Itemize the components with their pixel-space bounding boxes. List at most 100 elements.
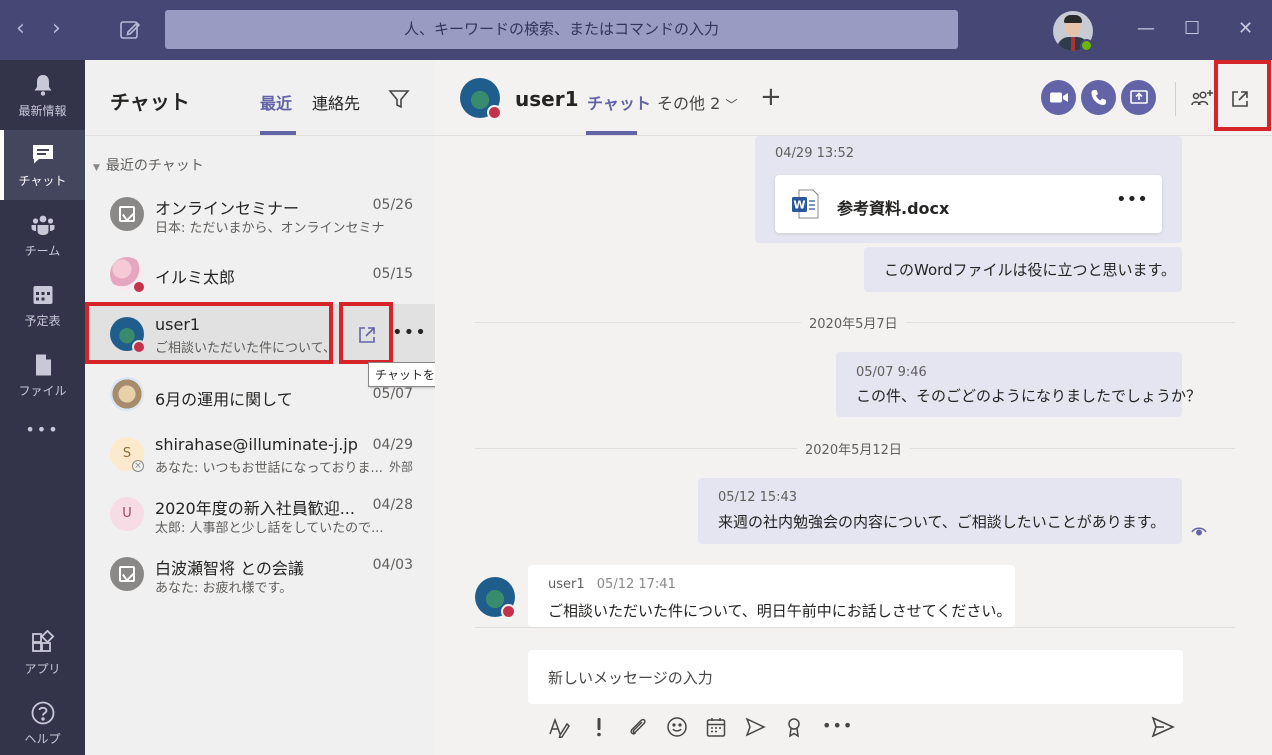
rail-label: チャット (18, 174, 67, 188)
message-text: 来週の社内勉強会の内容について、ご相談したいことがあります。 (718, 513, 1166, 531)
praise-icon[interactable] (783, 716, 805, 738)
chat-item-shirahase-meeting[interactable]: 白波瀬智将 との会議 あなた: お疲れ様です。 04/03 (85, 544, 435, 604)
message-text: この件、そのごどのようになりましたでしょうか？ (856, 387, 1202, 405)
offline-status-icon: × (132, 460, 144, 472)
emoji-icon[interactable] (666, 716, 688, 738)
help-icon (31, 701, 54, 725)
chevron-down-icon: ﹀ (725, 98, 738, 112)
busy-status-icon (132, 280, 146, 294)
filter-icon[interactable] (388, 88, 410, 110)
stream-icon[interactable] (744, 716, 766, 738)
rail-item-calendar[interactable]: 予定表 (0, 270, 85, 340)
highlight-box-popout (339, 302, 393, 364)
compose-box[interactable]: 新しいメッセージの入力 (528, 650, 1183, 704)
chat-date: 04/28 (372, 497, 413, 513)
compose-divider (475, 627, 1235, 628)
chat-date: 04/03 (372, 557, 413, 573)
tab-recent[interactable]: 最近 (260, 90, 292, 114)
section-label: 最近のチャット (105, 158, 204, 174)
file-icon (35, 354, 51, 376)
read-receipt-icon (1191, 527, 1207, 536)
more-icon: ••• (25, 420, 60, 439)
rail-label: 予定表 (24, 314, 61, 328)
rail-label: アプリ (24, 662, 61, 676)
video-call-button[interactable] (1041, 80, 1076, 115)
chat-item-irumi-taro[interactable]: イルミ太郎 05/15 (85, 244, 435, 304)
recent-chats-section[interactable]: ▼ 最近のチャット (93, 155, 204, 175)
chat-preview: あなた: お疲れ様です。 (155, 581, 293, 596)
svg-text:W: W (793, 199, 805, 212)
chat-list-pane: チャット 最近 連絡先 ▼ 最近のチャット オンラインセミナー 日本: ただいまか… (85, 60, 562, 755)
rail-item-activity[interactable]: 最新情報 (0, 60, 85, 130)
maximize-button[interactable]: ☐ (1184, 18, 1200, 40)
rail-label: 最新情報 (18, 104, 67, 118)
search-input[interactable]: 人、キーワードの検索、またはコマンドの入力 (165, 10, 958, 49)
forward-icon[interactable]: › (52, 18, 61, 40)
audio-call-button[interactable] (1081, 80, 1116, 115)
message-time: 05/07 9:46 (856, 365, 927, 380)
message-bubble: このWordファイルは役に立つと思います。 (864, 247, 1182, 292)
tab-chat[interactable]: チャット (587, 90, 651, 114)
send-icon[interactable] (1151, 716, 1175, 738)
chat-name: イルミ太郎 (155, 268, 236, 287)
video-camera-icon (1050, 92, 1068, 103)
chat-name: オンラインセミナー (155, 199, 300, 218)
busy-status-icon (501, 604, 516, 619)
file-card[interactable]: W 参考資料.docx ••• (775, 175, 1162, 233)
chat-date: 05/15 (372, 266, 413, 282)
compose-icon[interactable] (118, 18, 142, 42)
back-icon[interactable]: ‹ (16, 18, 25, 40)
add-people-icon[interactable] (1190, 88, 1214, 110)
chat-list-title: チャット (110, 90, 190, 114)
phone-icon (1091, 90, 1106, 105)
chat-date: 05/07 (372, 386, 413, 402)
more-options-icon[interactable]: ••• (1116, 189, 1148, 210)
message-time: 05/12 17:41 (596, 577, 676, 592)
attach-icon[interactable] (627, 716, 649, 738)
more-options-icon[interactable]: ••• (822, 716, 852, 738)
important-icon[interactable] (588, 716, 610, 738)
rail-item-chat[interactable]: チャット (0, 130, 85, 200)
meeting-avatar (110, 557, 144, 591)
share-screen-button[interactable] (1121, 80, 1156, 115)
tab-contacts[interactable]: 連絡先 (312, 90, 360, 114)
chat-item-new-employee-welcome[interactable]: U 2020年度の新入社員歓迎... 太郎: 人事部と少し話をしていたので...… (85, 484, 435, 544)
message-bubble: 05/12 15:43 来週の社内勉強会の内容について、ご相談したいことがありま… (698, 478, 1182, 544)
close-button[interactable]: ✕ (1238, 18, 1253, 40)
more-apps-button[interactable]: ••• (0, 420, 85, 470)
meeting-avatar (110, 197, 144, 231)
title-bar: ‹ › 人、キーワードの検索、またはコマンドの入力 — ☐ ✕ (0, 0, 1272, 60)
busy-status-icon (487, 105, 502, 120)
minimize-button[interactable]: — (1137, 18, 1155, 40)
rail-item-teams[interactable]: チーム (0, 200, 85, 270)
chat-name: 2020年度の新入社員歓迎... (155, 499, 355, 518)
avatar: U (110, 497, 144, 531)
highlight-box-header-popout (1214, 60, 1271, 131)
tab-underline (260, 131, 296, 135)
tab-more-label: その他 2 (657, 94, 721, 113)
rail-item-apps[interactable]: アプリ (0, 618, 85, 688)
collapse-icon: ▼ (93, 163, 100, 173)
chat-item-online-seminar[interactable]: オンラインセミナー 日本: ただいまから、オンラインセミナー... 05/26 (85, 184, 435, 244)
teams-icon (31, 215, 54, 235)
date-label: 2020年5月7日 (801, 313, 906, 332)
chat-preview: 太郎: 人事部と少し話をしていたので... (155, 521, 384, 536)
format-icon[interactable] (548, 716, 570, 738)
message-bubble: 05/07 9:46 この件、そのごどのようになりましたでしょうか？ (836, 352, 1201, 417)
tab-more[interactable]: その他 2 ﹀ (657, 90, 737, 114)
rail-item-help[interactable]: ヘルプ (0, 688, 85, 755)
chat-preview: あなた: いつもお世話になっておりま... (155, 461, 383, 476)
rail-item-files[interactable]: ファイル (0, 340, 85, 410)
message-meta: user1 05/12 17:41 (548, 577, 676, 592)
schedule-meeting-icon[interactable] (705, 716, 727, 738)
tab-underline (586, 131, 637, 135)
add-tab-icon[interactable]: + (760, 84, 782, 110)
more-options-icon[interactable]: ••• (392, 322, 427, 343)
chat-preview: 日本: ただいまから、オンラインセミナー... (155, 221, 385, 236)
available-status-icon (1080, 39, 1093, 52)
word-file-icon: W (792, 189, 819, 219)
chat-item-shirahase[interactable]: S × shirahase@illuminate-j.jp あなた: いつもお世… (85, 424, 435, 484)
file-name: 参考資料.docx (837, 199, 950, 218)
chat-name: shirahase@illuminate-j.jp (155, 435, 358, 454)
message-text: このWordファイルは役に立つと思います。 (884, 261, 1177, 279)
